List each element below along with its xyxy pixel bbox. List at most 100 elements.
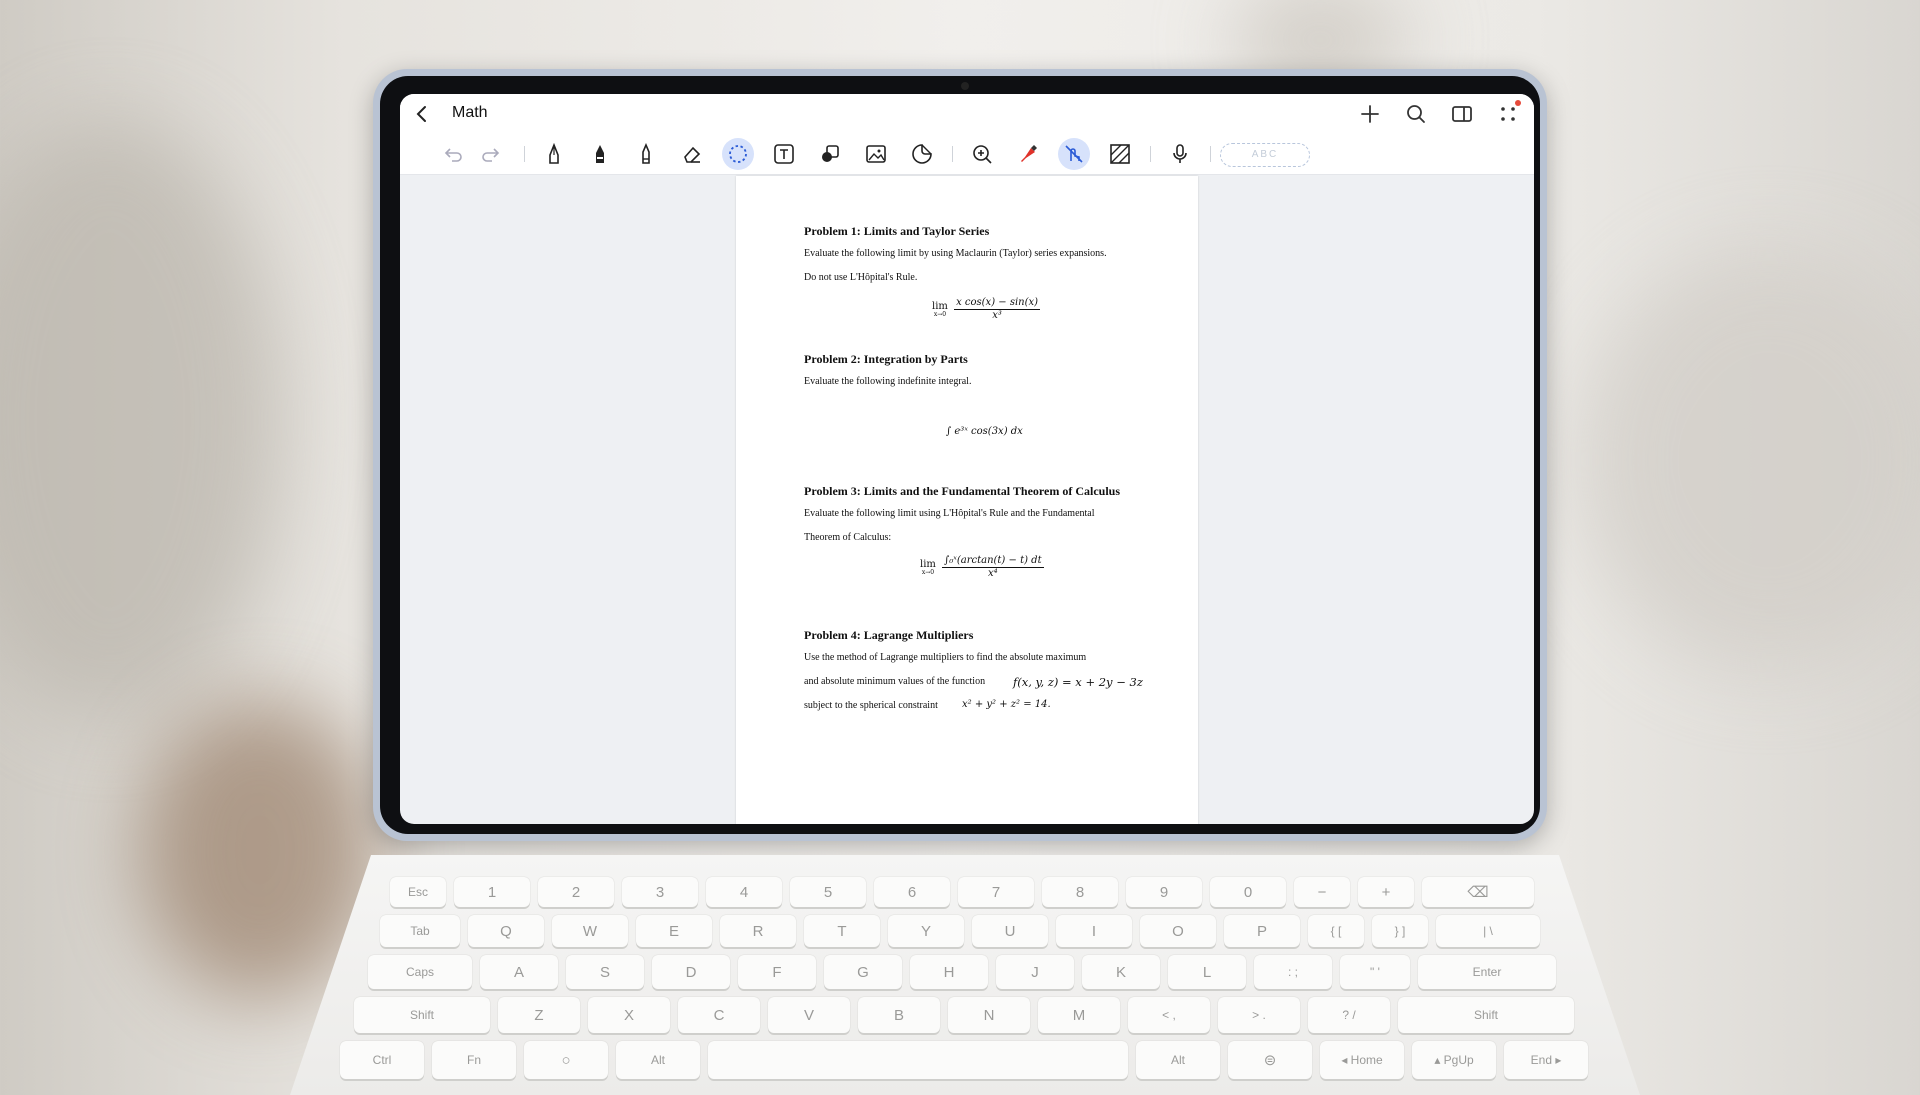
- key-e[interactable]: E: [636, 915, 712, 947]
- key-enter[interactable]: Enter: [1418, 955, 1556, 989]
- key-end[interactable]: End ▸: [1504, 1041, 1588, 1079]
- key-q[interactable]: Q: [468, 915, 544, 947]
- image-tool[interactable]: [860, 138, 892, 170]
- key-o[interactable]: O: [1140, 915, 1216, 947]
- problem-1-text: Evaluate the following limit by using Ma…: [804, 248, 1107, 259]
- key-ctrl[interactable]: Ctrl: [340, 1041, 424, 1079]
- lasso-tool[interactable]: [722, 138, 754, 170]
- voice-record-button[interactable]: [1164, 138, 1196, 170]
- key-period[interactable]: > .: [1218, 997, 1300, 1033]
- key-r[interactable]: R: [720, 915, 796, 947]
- key-5[interactable]: 5: [790, 877, 866, 907]
- key-h[interactable]: H: [910, 955, 988, 989]
- key-semicolon[interactable]: : ;: [1254, 955, 1332, 989]
- key-a[interactable]: A: [480, 955, 558, 989]
- handwriting-input-box[interactable]: ABC: [1220, 143, 1310, 167]
- key-shift-left[interactable]: Shift: [354, 997, 490, 1033]
- key-home-circle[interactable]: ○: [524, 1041, 608, 1079]
- eraser-icon: [684, 146, 701, 163]
- key-z[interactable]: Z: [498, 997, 580, 1033]
- key-2[interactable]: 2: [538, 877, 614, 907]
- problem-4-title: Problem 4: Lagrange Multipliers: [804, 628, 974, 642]
- split-view-button[interactable]: [1446, 98, 1478, 130]
- key-quote[interactable]: " ': [1340, 955, 1410, 989]
- problem-3-text: Theorem of Calculus:: [804, 532, 892, 543]
- tablet-device: Math ABC Problem 1: Limits and Taylor Se…: [373, 69, 1547, 841]
- key-home[interactable]: ◂ Home: [1320, 1041, 1404, 1079]
- shapes-icon: [822, 145, 839, 162]
- key-space[interactable]: [708, 1041, 1128, 1079]
- redo-button[interactable]: [474, 138, 506, 170]
- key-plus[interactable]: +: [1358, 877, 1414, 907]
- more-button[interactable]: [1492, 98, 1524, 130]
- paper-texture-tool[interactable]: [1104, 138, 1136, 170]
- problem-4-constraint: x² + y² + z² = 14.: [962, 699, 1051, 710]
- problem-4-text: and absolute minimum values of the funct…: [804, 676, 986, 687]
- key-m[interactable]: M: [1038, 997, 1120, 1033]
- limit-symbol: lim: [932, 300, 948, 312]
- key-7[interactable]: 7: [958, 877, 1034, 907]
- key-9[interactable]: 9: [1126, 877, 1202, 907]
- document-page[interactable]: Problem 1: Limits and Taylor Series Eval…: [736, 176, 1198, 824]
- key-1[interactable]: 1: [454, 877, 530, 907]
- key-4[interactable]: 4: [706, 877, 782, 907]
- key-alt-left[interactable]: Alt: [616, 1041, 700, 1079]
- key-x[interactable]: X: [588, 997, 670, 1033]
- highlighter-tool[interactable]: [1012, 138, 1044, 170]
- key-t[interactable]: T: [804, 915, 880, 947]
- key-d[interactable]: D: [652, 955, 730, 989]
- key-pgup[interactable]: ▴ PgUp: [1412, 1041, 1496, 1079]
- key-c[interactable]: C: [678, 997, 760, 1033]
- key-tab[interactable]: Tab: [380, 915, 460, 947]
- key-right-bracket[interactable]: } ]: [1372, 915, 1428, 947]
- key-left-bracket[interactable]: { [: [1308, 915, 1364, 947]
- eraser-tool[interactable]: [676, 138, 708, 170]
- key-backspace[interactable]: ⌫: [1422, 877, 1534, 907]
- microphone-icon: [1173, 144, 1187, 163]
- key-esc[interactable]: Esc: [390, 877, 446, 907]
- key-comma[interactable]: < ,: [1128, 997, 1210, 1033]
- key-6[interactable]: 6: [874, 877, 950, 907]
- key-b[interactable]: B: [858, 997, 940, 1033]
- search-button[interactable]: [1400, 98, 1432, 130]
- key-s[interactable]: S: [566, 955, 644, 989]
- key-l[interactable]: L: [1168, 955, 1246, 989]
- key-i[interactable]: I: [1056, 915, 1132, 947]
- tablet-bezel: Math ABC Problem 1: Limits and Taylor Se…: [380, 76, 1540, 834]
- key-f[interactable]: F: [738, 955, 816, 989]
- shapes-tool[interactable]: [814, 138, 846, 170]
- key-y[interactable]: Y: [888, 915, 964, 947]
- fountain-pen-tool[interactable]: [584, 138, 616, 170]
- key-j[interactable]: J: [996, 955, 1074, 989]
- pencil-tool[interactable]: [630, 138, 662, 170]
- key-caps[interactable]: Caps: [368, 955, 472, 989]
- zoom-tool[interactable]: [966, 138, 998, 170]
- add-button[interactable]: [1354, 98, 1386, 130]
- sticker-tool[interactable]: [906, 138, 938, 170]
- key-slash[interactable]: ? /: [1308, 997, 1390, 1033]
- key-u[interactable]: U: [972, 915, 1048, 947]
- back-button[interactable]: [408, 100, 436, 128]
- key-w[interactable]: W: [552, 915, 628, 947]
- key-3[interactable]: 3: [622, 877, 698, 907]
- text-box-tool[interactable]: [768, 138, 800, 170]
- pen-tool[interactable]: [538, 138, 570, 170]
- key-v[interactable]: V: [768, 997, 850, 1033]
- key-language[interactable]: ⊜: [1228, 1041, 1312, 1079]
- key-minus[interactable]: −: [1294, 877, 1350, 907]
- key-p[interactable]: P: [1224, 915, 1300, 947]
- key-alt-right[interactable]: Alt: [1136, 1041, 1220, 1079]
- touch-draw-toggle[interactable]: [1058, 138, 1090, 170]
- key-8[interactable]: 8: [1042, 877, 1118, 907]
- key-k[interactable]: K: [1082, 955, 1160, 989]
- key-backslash[interactable]: | \: [1436, 915, 1540, 947]
- toolbar-divider: [1150, 146, 1151, 162]
- fraction-denominator: x⁴: [988, 568, 998, 579]
- key-g[interactable]: G: [824, 955, 902, 989]
- key-n[interactable]: N: [948, 997, 1030, 1033]
- key-0[interactable]: 0: [1210, 877, 1286, 907]
- undo-button[interactable]: [438, 138, 470, 170]
- key-fn[interactable]: Fn: [432, 1041, 516, 1079]
- image-icon: [866, 145, 886, 163]
- key-shift-right[interactable]: Shift: [1398, 997, 1574, 1033]
